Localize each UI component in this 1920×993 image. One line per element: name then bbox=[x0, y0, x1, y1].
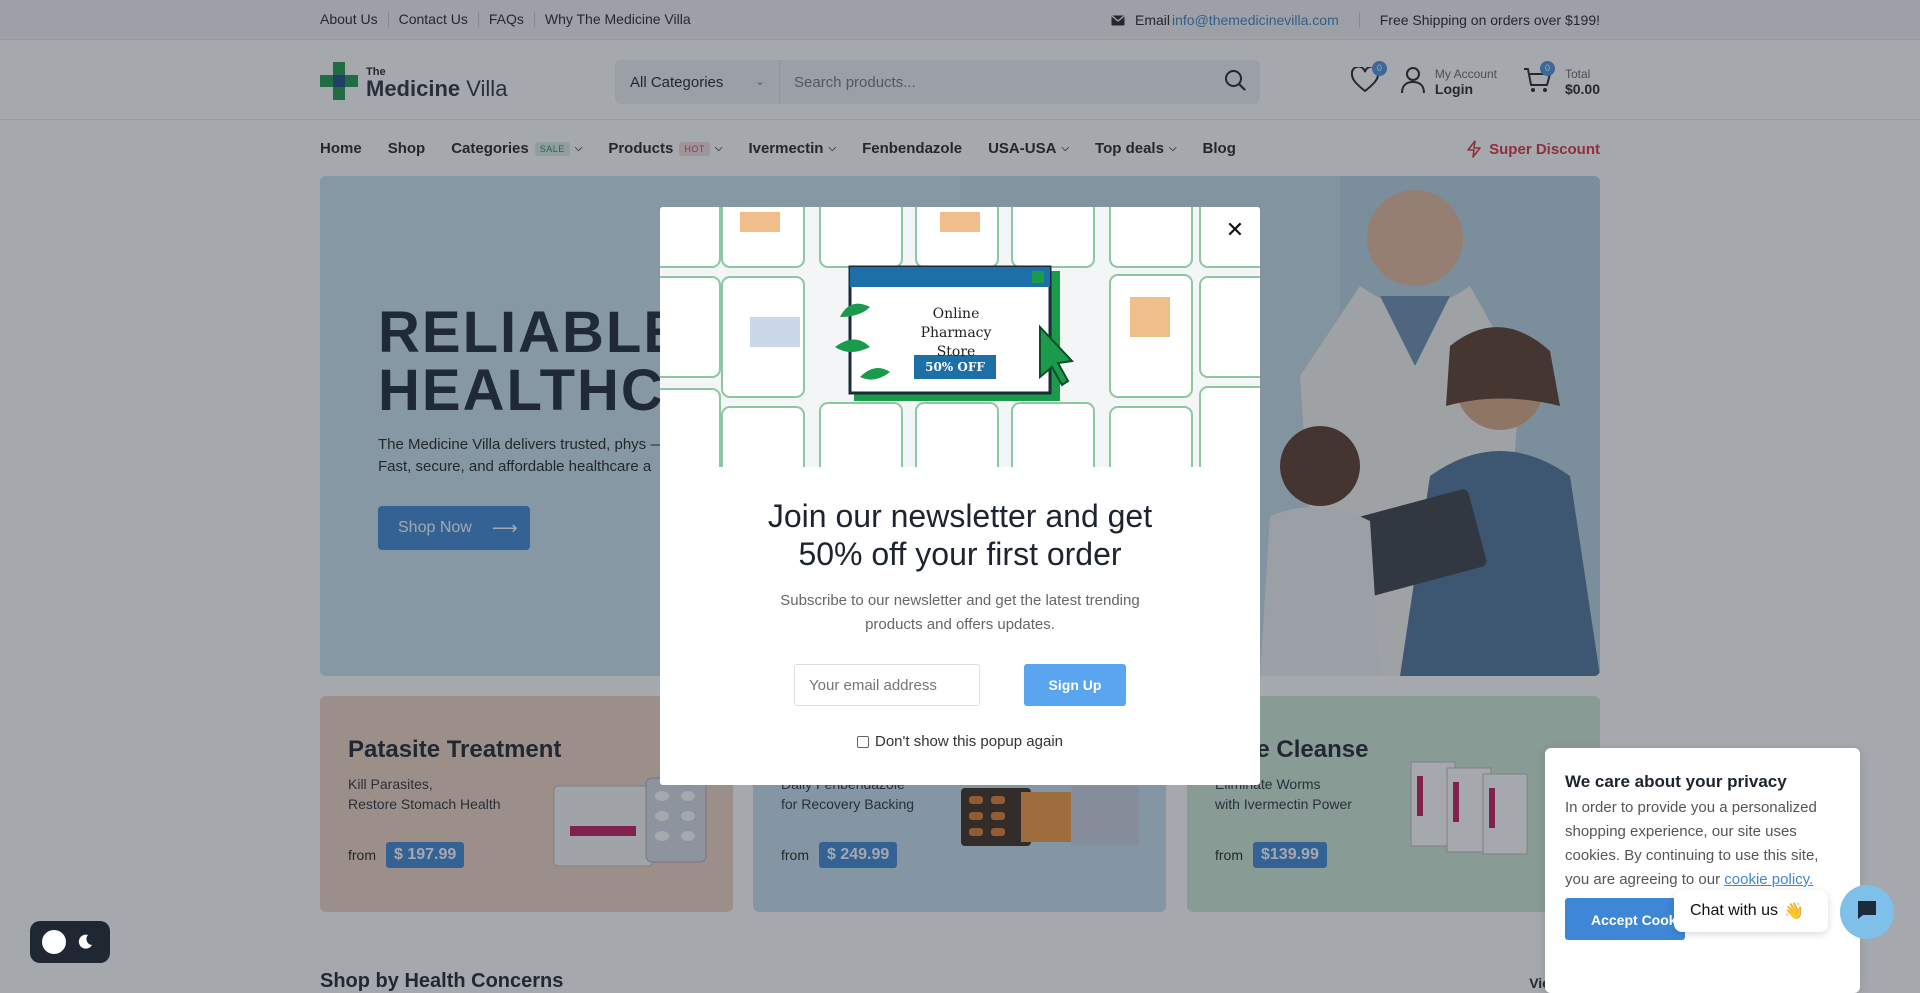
privacy-title: We care about your privacy bbox=[1565, 772, 1787, 791]
cookie-policy-link[interactable]: cookie policy. bbox=[1724, 871, 1813, 888]
chat-button[interactable] bbox=[1840, 885, 1894, 939]
chat-label: Chat with us bbox=[1690, 902, 1779, 919]
sign-up-button[interactable]: Sign Up bbox=[1024, 664, 1126, 706]
modal-subtext: Subscribe to our newsletter and get the … bbox=[780, 592, 1140, 633]
dont-show-label: Don't show this popup again bbox=[875, 733, 1063, 750]
privacy-notice: We care about your privacy In order to p… bbox=[1545, 748, 1860, 993]
moon-icon bbox=[76, 933, 94, 951]
dont-show-checkbox[interactable]: Don't show this popup again bbox=[660, 733, 1260, 750]
banner-badge: 50% OFF bbox=[925, 360, 985, 374]
chat-icon bbox=[1856, 899, 1878, 926]
privacy-body: In order to provide you a personalized s… bbox=[1565, 796, 1845, 892]
close-icon[interactable]: ✕ bbox=[1224, 219, 1246, 241]
checkbox[interactable] bbox=[857, 735, 869, 748]
banner-text: Online Pharmacy Store bbox=[920, 306, 992, 360]
wave-emoji: 👋 bbox=[1784, 903, 1804, 920]
email-field[interactable] bbox=[794, 664, 980, 706]
modal-heading: Join our newsletter and get 50% off your… bbox=[767, 498, 1153, 572]
theme-toggle[interactable] bbox=[30, 921, 110, 963]
toggle-knob bbox=[42, 930, 66, 954]
newsletter-modal: Online Pharmacy Store 50% OFF ✕ Join our… bbox=[660, 207, 1260, 785]
accept-cookies-button[interactable]: Accept Cookies bbox=[1565, 898, 1685, 940]
chat-bubble[interactable]: Chat with us 👋 bbox=[1674, 890, 1828, 932]
